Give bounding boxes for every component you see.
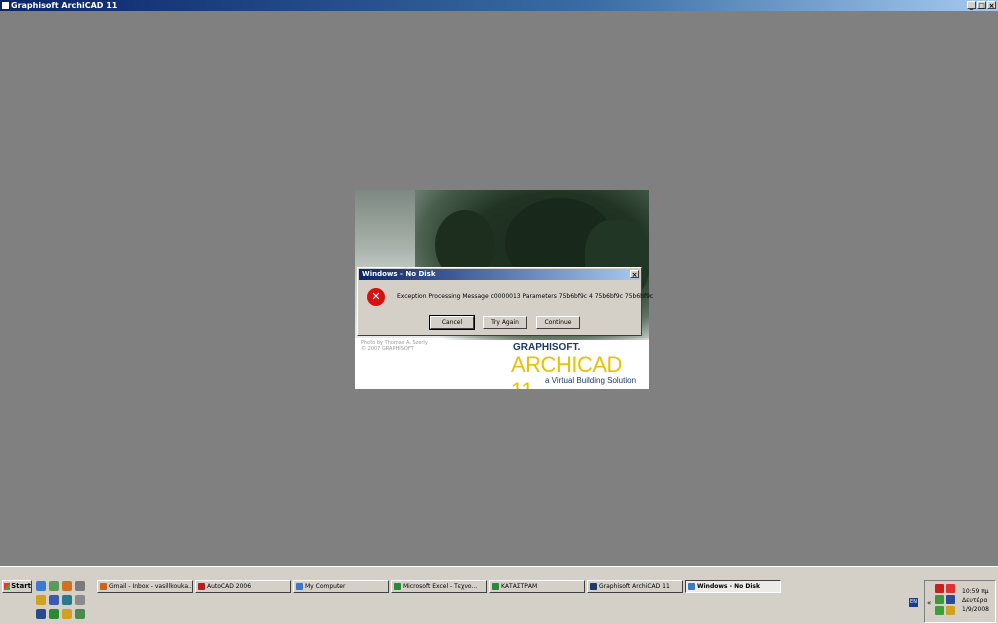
quick-launch <box>36 581 92 623</box>
task-label: My Computer <box>305 583 346 590</box>
taskbar-buttons: Gmail - Inbox - vasillkouka... AutoCAD 2… <box>97 580 781 593</box>
start-button[interactable]: Start <box>2 580 32 593</box>
archicad-icon <box>590 583 597 590</box>
clock[interactable]: 10:59 πμ Δευτέρα 1/9/2008 <box>962 587 989 614</box>
windows-flag-icon <box>4 583 11 590</box>
task-my-computer[interactable]: My Computer <box>293 580 389 593</box>
dialog-titlebar[interactable]: Windows - No Disk × <box>359 269 640 280</box>
app-icon[interactable] <box>75 609 85 619</box>
task-label: ΚΑΤΑΣΤΡΑΜ <box>501 583 538 590</box>
system-tray: « 10:59 πμ Δευτέρα 1/9/2008 <box>924 580 996 623</box>
task-label: Graphisoft ArchiCAD 11 <box>599 583 670 590</box>
folder-icon <box>492 583 499 590</box>
task-label: AutoCAD 2006 <box>207 583 252 590</box>
dialog-message: Exception Processing Message c0000013 Pa… <box>397 293 654 300</box>
excel-icon[interactable] <box>49 609 59 619</box>
security-icon[interactable] <box>946 584 955 593</box>
task-autocad[interactable]: AutoCAD 2006 <box>195 580 291 593</box>
messenger-icon[interactable] <box>935 606 944 615</box>
outlook-icon[interactable] <box>49 581 59 591</box>
window-icon <box>688 583 695 590</box>
task-gmail[interactable]: Gmail - Inbox - vasillkouka... <box>97 580 193 593</box>
dialog-close-button[interactable]: × <box>630 270 639 279</box>
task-label: Windows - No Disk <box>697 583 760 590</box>
clock-day: Δευτέρα <box>962 597 988 604</box>
firefox-icon[interactable] <box>62 581 72 591</box>
archicad-app-icon <box>2 2 9 9</box>
show-hidden-icons-chevron[interactable]: « <box>927 599 931 607</box>
internet-explorer-icon[interactable] <box>36 581 46 591</box>
cancel-button[interactable]: Cancel <box>429 315 475 330</box>
computer-icon <box>296 583 303 590</box>
product-tagline: a Virtual Building Solution <box>545 376 637 385</box>
volume-icon[interactable] <box>946 606 955 615</box>
task-katastram[interactable]: ΚΑΤΑΣΤΡΑΜ <box>489 580 585 593</box>
start-label: Start <box>11 582 31 590</box>
language-indicator[interactable]: EN <box>909 598 918 607</box>
task-no-disk-dialog[interactable]: Windows - No Disk <box>685 580 781 593</box>
error-icon: ✕ <box>367 288 385 306</box>
continue-button[interactable]: Continue <box>536 316 580 329</box>
tool-icon[interactable] <box>36 595 46 605</box>
task-excel[interactable]: Microsoft Excel - Τεχνο... <box>391 580 487 593</box>
taskbar: Start Gmail - Inbox - vasillkouka... Aut… <box>0 566 998 624</box>
maximize-button[interactable]: □ <box>977 1 986 10</box>
no-disk-dialog: Windows - No Disk × ✕ Exception Processi… <box>357 267 653 336</box>
media-player-icon[interactable] <box>49 595 59 605</box>
clock-time: 10:59 πμ <box>962 588 989 595</box>
dialog-title: Windows - No Disk <box>362 270 436 278</box>
try-again-button[interactable]: Try Again <box>483 316 527 329</box>
task-archicad[interactable]: Graphisoft ArchiCAD 11 <box>587 580 683 593</box>
photo-credit: Photo by Thomas A. Szerly © 2007 GRAPHIS… <box>361 340 428 352</box>
autocad-icon <box>198 583 205 590</box>
settings-icon[interactable] <box>75 581 85 591</box>
antivirus-icon[interactable] <box>935 584 944 593</box>
clock-date: 1/9/2008 <box>962 606 989 613</box>
excel-icon <box>394 583 401 590</box>
copyright-line: © 2007 GRAPHISOFT <box>361 346 414 352</box>
window-title: Graphisoft ArchiCAD 11 <box>11 1 118 10</box>
network-icon[interactable] <box>62 595 72 605</box>
close-button[interactable]: × <box>987 1 996 10</box>
network-icon[interactable] <box>935 595 944 604</box>
firefox-icon <box>100 583 107 590</box>
facebook-icon[interactable] <box>946 595 955 604</box>
printer-icon[interactable] <box>75 595 85 605</box>
folder-icon[interactable] <box>62 609 72 619</box>
task-label: Microsoft Excel - Τεχνο... <box>403 583 478 590</box>
task-label: Gmail - Inbox - vasillkouka... <box>109 583 193 590</box>
minimize-button[interactable]: _ <box>967 1 976 10</box>
main-window-titlebar[interactable]: Graphisoft ArchiCAD 11 _ □ × <box>0 0 998 11</box>
desktop-icon[interactable] <box>36 609 46 619</box>
